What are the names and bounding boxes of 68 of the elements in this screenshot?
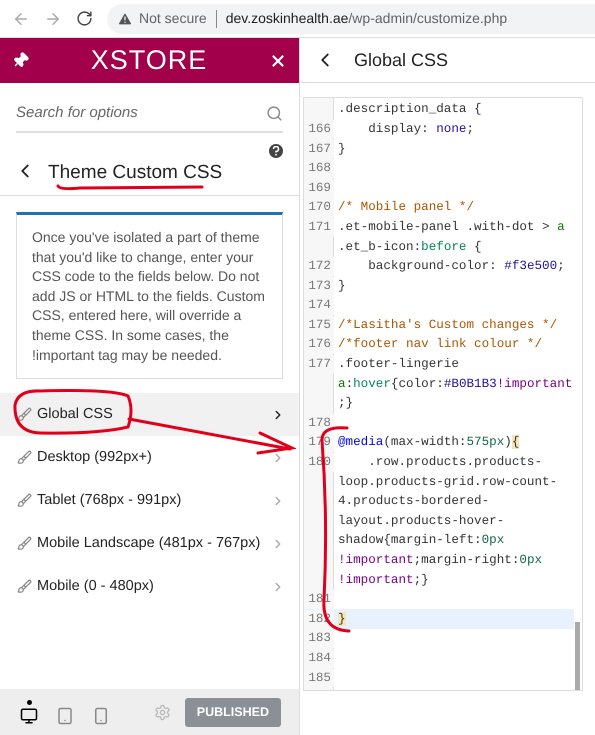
brand-logo: XSTORE [90,44,208,78]
brush-icon [17,493,32,508]
code-line: /*Lasitha's Custom changes */ [337,316,558,334]
address-bar[interactable]: Not secure dev.zoskinhealth.ae/wp-admin/customize.php [107,4,595,34]
code-line: 4.products-bordered- [337,493,490,510]
code-line: a:hover{color:#B0B1B3!important [337,376,572,393]
section-title: Theme Custom CSS [48,161,222,185]
code-editor[interactable] [303,97,583,691]
css-section-item[interactable]: Desktop (992px+) [0,436,299,480]
code-line: .row.products.products- [367,454,542,472]
line-number: 175 [308,318,331,332]
code-line: layout.products-hover- [337,512,504,530]
code-line: background-color: #f3e500; [367,258,565,276]
help-icon[interactable] [269,144,283,158]
css-section-item[interactable]: Mobile Landscape (481px - 767px) [0,522,299,566]
line-number: 172 [308,259,331,274]
code-line: } [337,278,346,295]
line-number: 166 [308,122,331,136]
line-number: 173 [308,278,331,293]
code-line: loop.products-grid.row-count- [337,474,558,491]
editor-title: Global CSS [354,48,448,72]
code-line: ;} [337,395,354,412]
line-number: 174 [308,298,331,312]
css-section-item[interactable]: Mobile (0 - 480px) [0,565,299,608]
reload-icon[interactable] [76,10,93,27]
item-label: Desktop (992px+) [37,448,153,467]
mobile-icon[interactable] [92,706,110,724]
line-number: 176 [308,337,331,352]
code-line: .footer-lingerie [337,356,459,374]
search-icon [266,104,283,122]
code-line: shadow{margin-left:0px [337,532,504,550]
tablet-icon[interactable] [56,706,74,724]
item-label: Tablet (768px - 991px) [37,490,182,510]
css-section-item[interactable]: Tablet (768px - 991px) [0,479,299,522]
brush-icon [17,536,32,552]
item-label: Mobile Landscape (481px - 767px) [37,534,262,553]
code-line: /*footer nav link colour */ [337,336,542,354]
line-number: 169 [308,180,331,195]
warning-icon [117,10,133,26]
code-line: /* Mobile panel */ [337,199,474,216]
line-number: 185 [308,670,331,685]
code-line: !important;} [337,572,429,589]
code-line: } [337,140,346,158]
brush-icon [17,450,32,466]
url-text: dev.zoskinhealth.ae/wp-admin/customize.php [226,9,508,28]
item-label: Mobile (0 - 480px) [37,576,155,596]
code-line: !important;margin-right:0px [337,552,542,569]
security-label: Not secure [139,9,207,28]
line-number: 167 [308,142,331,156]
line-number: 184 [308,650,331,665]
code-line: .et_b-icon:before { [337,238,482,256]
line-number: 170 [308,200,331,214]
line-number: 171 [308,220,331,234]
search-field[interactable]: Search for options [16,102,216,124]
code-line: @media(max-width:575px){ [337,434,520,452]
css-section-item[interactable]: Global CSS [0,393,299,436]
code-line: display: none; [367,120,474,138]
line-number: 168 [308,161,331,176]
line-number: 178 [308,416,331,430]
desktop-icon[interactable] [20,706,38,724]
brush-icon [17,579,32,594]
description-text: Once you've isolated a part of theme that you'd like to change, enter your CSS code to the fields below. Do not add JS or HTML to the fields. Custom CSS, entered here, will override a theme CSS. In some cases, the !important tag may be needed. [32,228,266,365]
line-number: 183 [308,631,331,646]
code-line: .et-mobile-panel .with-dot > a [337,218,565,236]
code-line: .description_data { [337,101,482,118]
brush-icon [17,407,32,422]
item-label: Global CSS [37,404,114,424]
line-number: 177 [308,357,331,372]
